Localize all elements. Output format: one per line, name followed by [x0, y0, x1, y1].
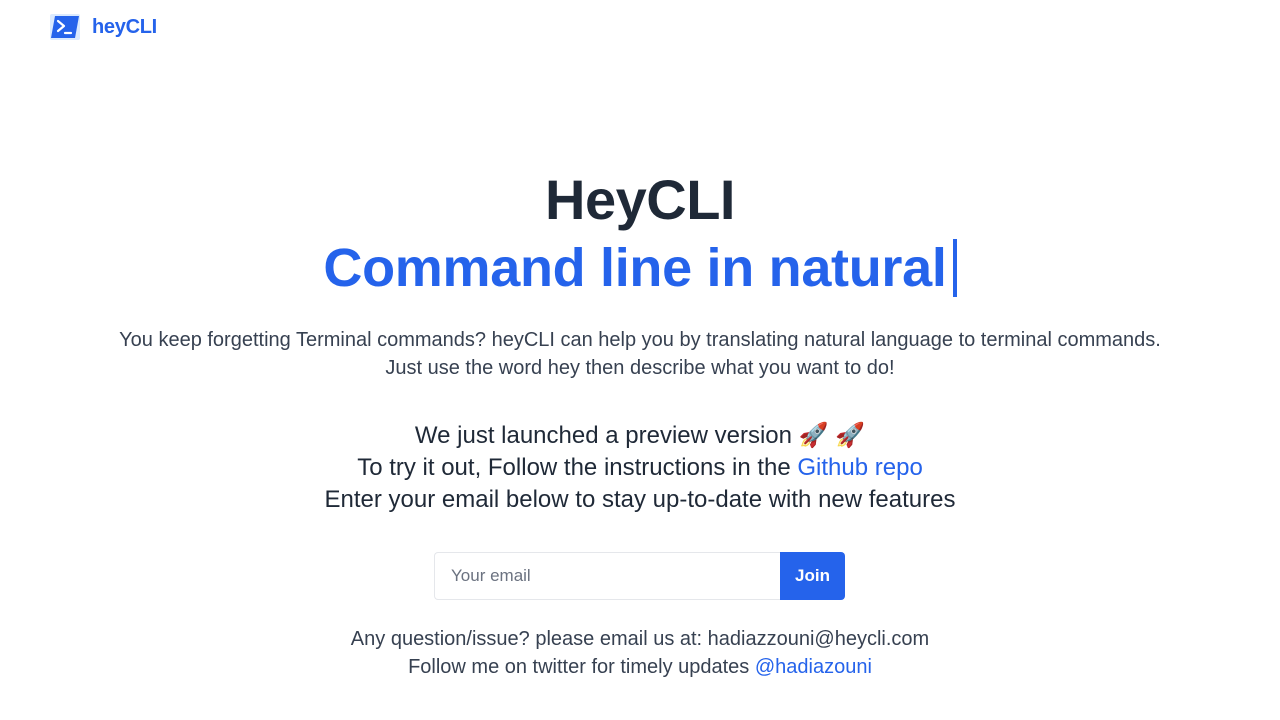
hero-subtitle: Command line in natural: [323, 234, 957, 302]
github-repo-link[interactable]: Github repo: [797, 454, 922, 481]
typing-cursor: [952, 239, 957, 297]
launch-announcement: We just launched a preview version 🚀 🚀: [414, 422, 866, 449]
page-title: HeyCLI: [545, 168, 735, 231]
join-button[interactable]: Join: [780, 552, 845, 600]
instructions-text: To try it out, Follow the instructions i…: [357, 454, 798, 481]
description: You keep forgetting Terminal commands? h…: [0, 326, 1280, 382]
twitter-link[interactable]: @hadiazouni: [755, 656, 872, 678]
typed-text: Command line in natural: [323, 238, 947, 298]
site-header: heyCLI: [50, 12, 157, 42]
twitter-text: Follow me on twitter for timely updates: [408, 656, 755, 678]
terminal-prompt-icon[interactable]: [50, 14, 80, 40]
contact-line: Any question/issue? please email us at: …: [350, 628, 930, 650]
email-prompt: Enter your email below to stay up-to-dat…: [324, 486, 956, 513]
signup-form: Join: [434, 552, 845, 600]
twitter-line: Follow me on twitter for timely updates …: [0, 653, 1280, 681]
footer: Any question/issue? please email us at: …: [0, 625, 1280, 681]
description-line-1: You keep forgetting Terminal commands? h…: [119, 329, 1161, 351]
description-line-2: Just use the word hey then describe what…: [385, 357, 895, 379]
brand-name[interactable]: heyCLI: [92, 16, 157, 39]
launch-info: We just launched a preview version 🚀 🚀 T…: [0, 420, 1280, 516]
instructions-line: To try it out, Follow the instructions i…: [0, 452, 1280, 484]
email-input[interactable]: [434, 552, 780, 600]
hero-section: HeyCLI Command line in natural: [0, 166, 1280, 302]
